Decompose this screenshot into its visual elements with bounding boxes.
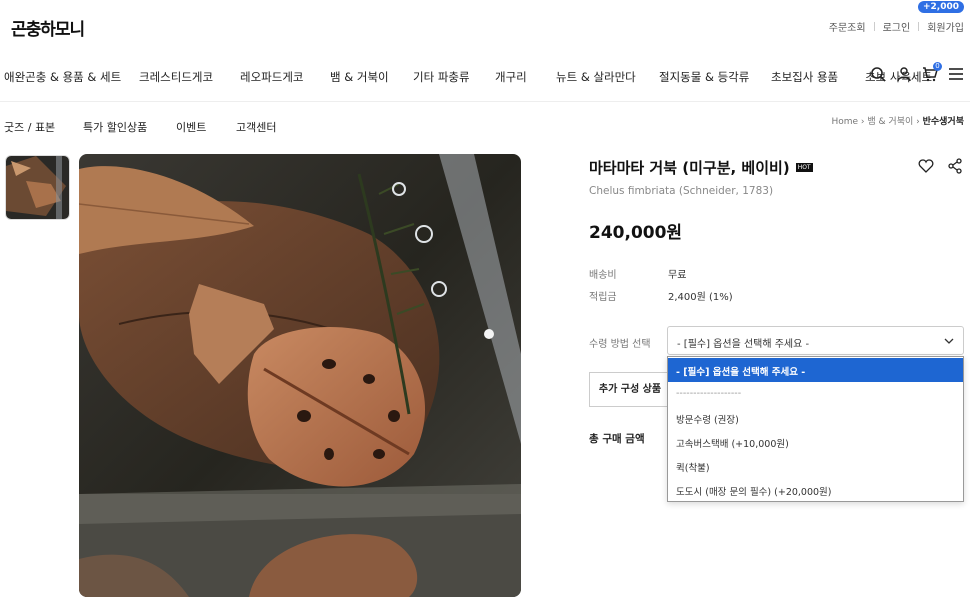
category-nav: 애완곤충 & 용품 & 세트 크레스티드게코 레오파드게코 뱀 & 거북이 기타… — [0, 67, 970, 87]
nav-item-arthropods[interactable]: 절지동물 & 등각류 — [659, 69, 749, 85]
product-tag-badge: HOT — [795, 163, 813, 172]
nav-item-leopard-gecko[interactable]: 레오파드게코 — [240, 69, 303, 85]
option-dropdown: - [필수] 옵션을 선택해 주세요 - -------------------… — [667, 356, 964, 502]
share-icon[interactable] — [948, 158, 962, 178]
heart-icon[interactable] — [918, 158, 934, 178]
dropdown-option[interactable]: 방문수령 (권장) — [668, 406, 963, 430]
dropdown-option[interactable]: 퀵(착불) — [668, 454, 963, 478]
product-price: 240,000원 — [589, 223, 683, 243]
dropdown-option[interactable]: - [필수] 옵션을 선택해 주세요 - — [668, 358, 963, 382]
scientific-name: Chelus fimbriata (Schneider, 1783) — [589, 185, 774, 197]
breadcrumb-home[interactable]: Home — [831, 117, 858, 127]
site-logo[interactable]: 곤충하모니 — [11, 15, 85, 40]
cart-icon[interactable]: 0 — [922, 62, 942, 82]
divider — [873, 22, 875, 31]
product-thumbnail[interactable] — [5, 155, 70, 220]
sub-nav-goods[interactable]: 굿즈 / 표본 — [4, 119, 55, 135]
chevron-down-icon — [944, 336, 954, 346]
search-icon[interactable] — [870, 66, 886, 82]
points-value: 2,400원 (1%) — [668, 292, 733, 303]
breadcrumb-category[interactable]: 뱀 & 거북이 — [867, 117, 913, 127]
user-icon[interactable] — [896, 66, 912, 82]
signup-points-badge: +2,000 — [917, 1, 964, 13]
product-title-text: 마타마타 거북 (미구분, 베이비) — [589, 159, 790, 177]
nav-item-beginner-supplies[interactable]: 초보집사 용품 — [771, 69, 838, 85]
option-select[interactable]: - [필수] 옵션을 선택해 주세요 - — [667, 326, 964, 355]
breadcrumb-current: 반수생거북 — [922, 117, 964, 127]
points-label: 적립금 — [589, 292, 617, 303]
nav-item-newt-salamander[interactable]: 뉴트 & 살라만다 — [556, 69, 636, 85]
top-links: 주문조회 로그인 회원가입 — [829, 19, 964, 34]
dropdown-separator: ------------------- — [676, 388, 742, 399]
extra-items-button[interactable]: 추가 구성 상품 — [589, 372, 671, 407]
sub-nav-sale[interactable]: 특가 할인상품 — [83, 119, 147, 135]
option-select-value: - [필수] 옵션을 선택해 주세요 - — [677, 339, 810, 350]
nav-item-snake-turtle[interactable]: 뱀 & 거북이 — [330, 69, 389, 85]
sub-nav-customer-center[interactable]: 고객센터 — [236, 119, 276, 135]
nav-item-frogs[interactable]: 개구리 — [495, 69, 527, 85]
nav-icons: 0 — [870, 62, 964, 82]
product-actions — [918, 158, 962, 178]
menu-icon[interactable] — [948, 66, 964, 82]
product-title: 마타마타 거북 (미구분, 베이비) HOT — [589, 157, 813, 178]
signup-link[interactable]: 회원가입 — [927, 19, 964, 34]
option-label: 수령 방법 선택 — [589, 339, 651, 350]
dropdown-option[interactable]: 고속버스택배 (+10,000원) — [668, 430, 963, 454]
divider — [918, 22, 920, 31]
total-price-label: 총 구매 금액 — [589, 433, 645, 445]
login-link[interactable]: 로그인 — [883, 19, 911, 34]
nav-item-pet-insects[interactable]: 애완곤충 & 용품 & 세트 — [4, 69, 121, 85]
shipping-value: 무료 — [668, 270, 687, 281]
header-divider — [0, 101, 970, 102]
cart-count-badge: 0 — [933, 62, 942, 71]
product-main-image[interactable] — [79, 154, 521, 597]
nav-item-other-reptiles[interactable]: 기타 파충류 — [413, 69, 470, 85]
order-lookup-link[interactable]: 주문조회 — [829, 19, 866, 34]
shipping-label: 배송비 — [589, 270, 617, 281]
dropdown-option[interactable]: 도도시 (매장 문의 필수) (+20,000원) — [668, 478, 963, 502]
sub-nav-event[interactable]: 이벤트 — [176, 119, 206, 135]
breadcrumb: Home › 뱀 & 거북이 › 반수생거북 — [831, 117, 964, 127]
nav-item-crested-gecko[interactable]: 크레스티드게코 — [139, 69, 213, 85]
